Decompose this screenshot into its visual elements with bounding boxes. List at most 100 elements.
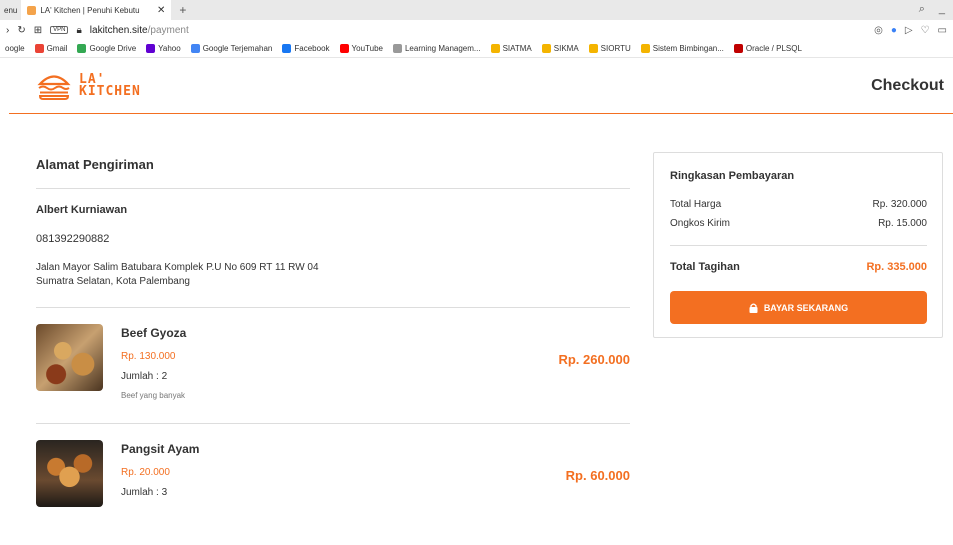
- bookmark-item[interactable]: Oracle / PLSQL: [729, 44, 807, 53]
- minimize-icon[interactable]: _: [939, 3, 945, 16]
- bookmark-label: Facebook: [294, 44, 330, 53]
- beef-gyoza-image: [36, 324, 103, 391]
- speed-dial-icon[interactable]: ⊞: [34, 25, 42, 36]
- bookmark-label: oogle: [5, 44, 25, 53]
- logo-text: LA' KITCHEN: [79, 73, 141, 99]
- logo-line2: KITCHEN: [79, 83, 141, 99]
- total-price-value: Rp. 320.000: [872, 199, 928, 210]
- list-item: Beef Gyoza Rp. 130.000 Jumlah : 2 Beef y…: [36, 324, 630, 424]
- bookmark-item[interactable]: Yahoo: [141, 44, 186, 53]
- search-tabs-icon[interactable]: ⌕: [919, 3, 925, 16]
- new-tab-button[interactable]: +: [171, 3, 194, 17]
- address-line1: Jalan Mayor Salim Batubara Komplek P.U N…: [36, 262, 319, 273]
- item-name: Pangsit Ayam: [121, 442, 200, 456]
- summary-title: Ringkasan Pembayaran: [670, 170, 795, 182]
- bookmark-icon: [733, 44, 743, 53]
- divider: [36, 188, 630, 189]
- url-path: /payment: [147, 24, 189, 36]
- page-title: Checkout: [871, 76, 944, 94]
- bookmark-label: YouTube: [351, 44, 383, 53]
- site-favicon-icon: [27, 5, 37, 15]
- total-bill-row: Total Tagihan Rp. 335.000: [670, 261, 927, 273]
- bookmark-icon: [392, 44, 402, 53]
- list-item: Pangsit Ayam Rp. 20.000 Jumlah : 3 Rp. 6…: [36, 440, 630, 540]
- bookmark-label: Gmail: [46, 44, 68, 53]
- bookmark-label: Google Terjemahan: [202, 44, 273, 53]
- total-bill-label: Total Tagihan: [670, 261, 740, 273]
- close-tab-icon[interactable]: ✕: [157, 5, 165, 16]
- site-header: LA' KITCHEN Checkout: [0, 58, 953, 113]
- bookmark-icon: [541, 44, 551, 53]
- summary-divider: [670, 245, 927, 246]
- burger-icon: [37, 74, 71, 100]
- bookmarks-bar: oogle Gmail Google Drive Yahoo Google Terjem…: [0, 40, 953, 58]
- bookmark-label: Oracle / PLSQL: [745, 44, 802, 53]
- item-note: Beef yang banyak: [121, 391, 186, 400]
- bookmark-label: SIATMA: [502, 44, 532, 53]
- bookmark-item[interactable]: SIATMA: [486, 44, 537, 53]
- bookmark-item[interactable]: Learning Managem...: [388, 44, 486, 53]
- shipping-cost-row: Ongkos Kirim Rp. 15.000: [670, 218, 927, 229]
- reload-icon[interactable]: ↻: [17, 25, 25, 36]
- browser-tab-bar: enu LA' Kitchen | Penuhi Kebutu ✕ + ⌕ _: [0, 0, 953, 20]
- url-host: lakitchen.site: [89, 24, 148, 36]
- camera-icon[interactable]: ◎: [874, 25, 883, 36]
- shield-icon[interactable]: ●: [891, 25, 897, 36]
- payment-summary-card: Ringkasan Pembayaran Total Harga Rp. 320…: [653, 152, 943, 338]
- total-bill-value: Rp. 335.000: [866, 261, 927, 273]
- recipient-address: Jalan Mayor Salim Batubara Komplek P.U N…: [36, 261, 436, 289]
- item-quantity: Jumlah : 2: [121, 371, 168, 382]
- bookmark-icon: [190, 44, 200, 53]
- bookmark-item[interactable]: Google Drive: [72, 44, 141, 53]
- recipient-name: Albert Kurniawan: [36, 204, 128, 216]
- pay-now-button[interactable]: BAYAR SEKARANG: [670, 291, 927, 324]
- divider: [36, 423, 630, 424]
- total-price-label: Total Harga: [670, 199, 722, 210]
- address-actions: ◎ ● ▷ ♡ ▭: [874, 25, 947, 36]
- bookmark-label: Sistem Bimbingan...: [652, 44, 724, 53]
- bookmark-label: SIORTU: [600, 44, 631, 53]
- item-total: Rp. 260.000: [558, 352, 630, 367]
- bookmark-icon: [640, 44, 650, 53]
- bookmark-label: SIKMA: [553, 44, 579, 53]
- vpn-badge[interactable]: VPN: [50, 26, 69, 34]
- heart-icon[interactable]: ♡: [921, 25, 930, 36]
- tab-title: LA' Kitchen | Penuhi Kebutu: [40, 5, 140, 15]
- lock-icon: 🔒︎: [76, 24, 82, 36]
- item-price: Rp. 130.000: [121, 351, 176, 362]
- shipping-title: Alamat Pengiriman: [36, 157, 154, 172]
- bookmark-item[interactable]: Sistem Bimbingan...: [636, 44, 729, 53]
- snapshot-icon[interactable]: ▭: [938, 25, 947, 36]
- bookmark-label: Yahoo: [158, 44, 181, 53]
- url-field[interactable]: lakitchen.site/payment: [90, 25, 189, 36]
- lock-icon: [749, 303, 758, 313]
- bookmark-item[interactable]: Google Terjemahan: [186, 44, 278, 53]
- bookmark-icon: [490, 44, 500, 53]
- pangsit-ayam-image: [36, 440, 103, 507]
- bookmark-label: Google Drive: [89, 44, 137, 53]
- site-logo[interactable]: LA' KITCHEN: [37, 71, 141, 101]
- divider: [36, 307, 630, 308]
- address-bar: › ↻ ⊞ VPN 🔒︎ lakitchen.site/payment ◎ ● …: [0, 20, 953, 40]
- bookmark-item[interactable]: SIKMA: [537, 44, 584, 53]
- bookmark-icon: [77, 44, 87, 53]
- bookmark-item[interactable]: SIORTU: [584, 44, 636, 53]
- bookmark-label: Learning Managem...: [404, 44, 481, 53]
- bookmark-icon: [34, 44, 44, 53]
- item-price: Rp. 20.000: [121, 467, 170, 478]
- shipping-cost-value: Rp. 15.000: [878, 218, 927, 229]
- bookmark-item[interactable]: oogle: [0, 44, 30, 53]
- window-controls: ⌕ _: [919, 3, 945, 16]
- send-icon[interactable]: ▷: [905, 25, 913, 36]
- bookmark-item[interactable]: YouTube: [335, 44, 388, 53]
- bookmark-icon: [282, 44, 292, 53]
- bookmark-item[interactable]: Gmail: [30, 44, 73, 53]
- back-icon[interactable]: ›: [6, 25, 9, 36]
- shipping-cost-label: Ongkos Kirim: [670, 218, 731, 229]
- bookmark-icon: [339, 44, 349, 53]
- menu-button[interactable]: enu: [0, 6, 21, 15]
- header-divider: [9, 113, 953, 114]
- bookmark-item[interactable]: Facebook: [277, 44, 334, 53]
- total-price-row: Total Harga Rp. 320.000: [670, 199, 927, 210]
- browser-tab[interactable]: LA' Kitchen | Penuhi Kebutu ✕: [21, 0, 172, 20]
